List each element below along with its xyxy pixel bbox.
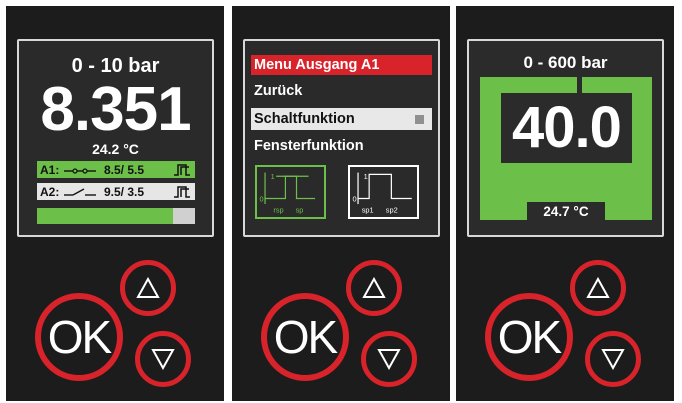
switch-points: 9.5/ 3.5 [104,184,145,199]
hysteresis-icon [174,185,192,198]
scroll-indicator [415,115,424,124]
display-screen: Menu Ausgang A1 Zurück Schaltfunktion Fe… [243,39,440,237]
menu-item-window-function[interactable]: Fensterfunktion [254,138,364,154]
menu-title: Menu Ausgang A1 [251,55,432,75]
diagram-x-label: sp [296,205,304,214]
ok-button[interactable]: OK [261,293,349,381]
level-bar-fill [37,208,173,224]
output-label: A2: [40,184,60,199]
switch-no-icon [64,165,104,175]
up-arrow-icon [136,277,160,298]
pressure-value: 8.351 [40,75,191,144]
up-button[interactable] [346,260,402,316]
diagram-low-label: 0 [259,194,263,203]
level-bar [37,208,195,224]
diagram-high-label: 1 [271,172,275,181]
hysteresis-icon [174,163,192,176]
switch-points: 8.5/ 5.5 [104,162,145,177]
display-screen: 0 - 600 bar 40.0 24.7 °C [467,39,664,237]
diagram-x-label: rsp [273,205,283,214]
down-button[interactable] [135,331,191,387]
down-arrow-icon [601,349,625,370]
device-panel-main: 0 - 10 bar 8.351 24.2 °C A1: 8.5/ 5.5 A2… [6,6,224,401]
down-button[interactable] [361,331,417,387]
output-row-a2: A2: 9.5/ 3.5 [37,183,195,200]
display-screen: 0 - 10 bar 8.351 24.2 °C A1: 8.5/ 5.5 A2… [17,39,214,237]
down-arrow-icon [377,349,401,370]
hysteresis-diagram: 1 0 rsp sp [255,165,326,219]
switch-nc-icon [64,187,104,197]
diagram-x-label: sp1 [362,205,374,214]
menu-item-switching-function[interactable]: Schaltfunktion [251,108,432,130]
device-panel-menu: Menu Ausgang A1 Zurück Schaltfunktion Fe… [232,6,450,401]
diagram-high-label: 1 [364,172,368,181]
temperature-value: 24.2 °C [92,141,139,157]
up-arrow-icon [362,277,386,298]
diagram-x-label: sp2 [386,205,398,214]
up-button[interactable] [120,260,176,316]
ok-button[interactable]: OK [35,293,123,381]
down-button[interactable] [585,331,641,387]
diagram-low-label: 0 [352,194,356,203]
menu-item-label: Schaltfunktion [254,111,355,127]
measuring-range: 0 - 600 bar [523,53,608,72]
up-button[interactable] [570,260,626,316]
menu-item-back[interactable]: Zurück [254,83,302,99]
device-panel-large-value: 0 - 600 bar 40.0 24.7 °C OK [456,6,674,401]
output-label: A1: [40,162,60,177]
pressure-value: 40.0 [512,95,622,160]
down-arrow-icon [151,349,175,370]
up-arrow-icon [586,277,610,298]
window-diagram: 1 0 sp1 sp2 [348,165,419,219]
ok-button[interactable]: OK [485,293,573,381]
temperature-value: 24.7 °C [527,202,605,222]
output-row-a1: A1: 8.5/ 5.5 [37,161,195,178]
